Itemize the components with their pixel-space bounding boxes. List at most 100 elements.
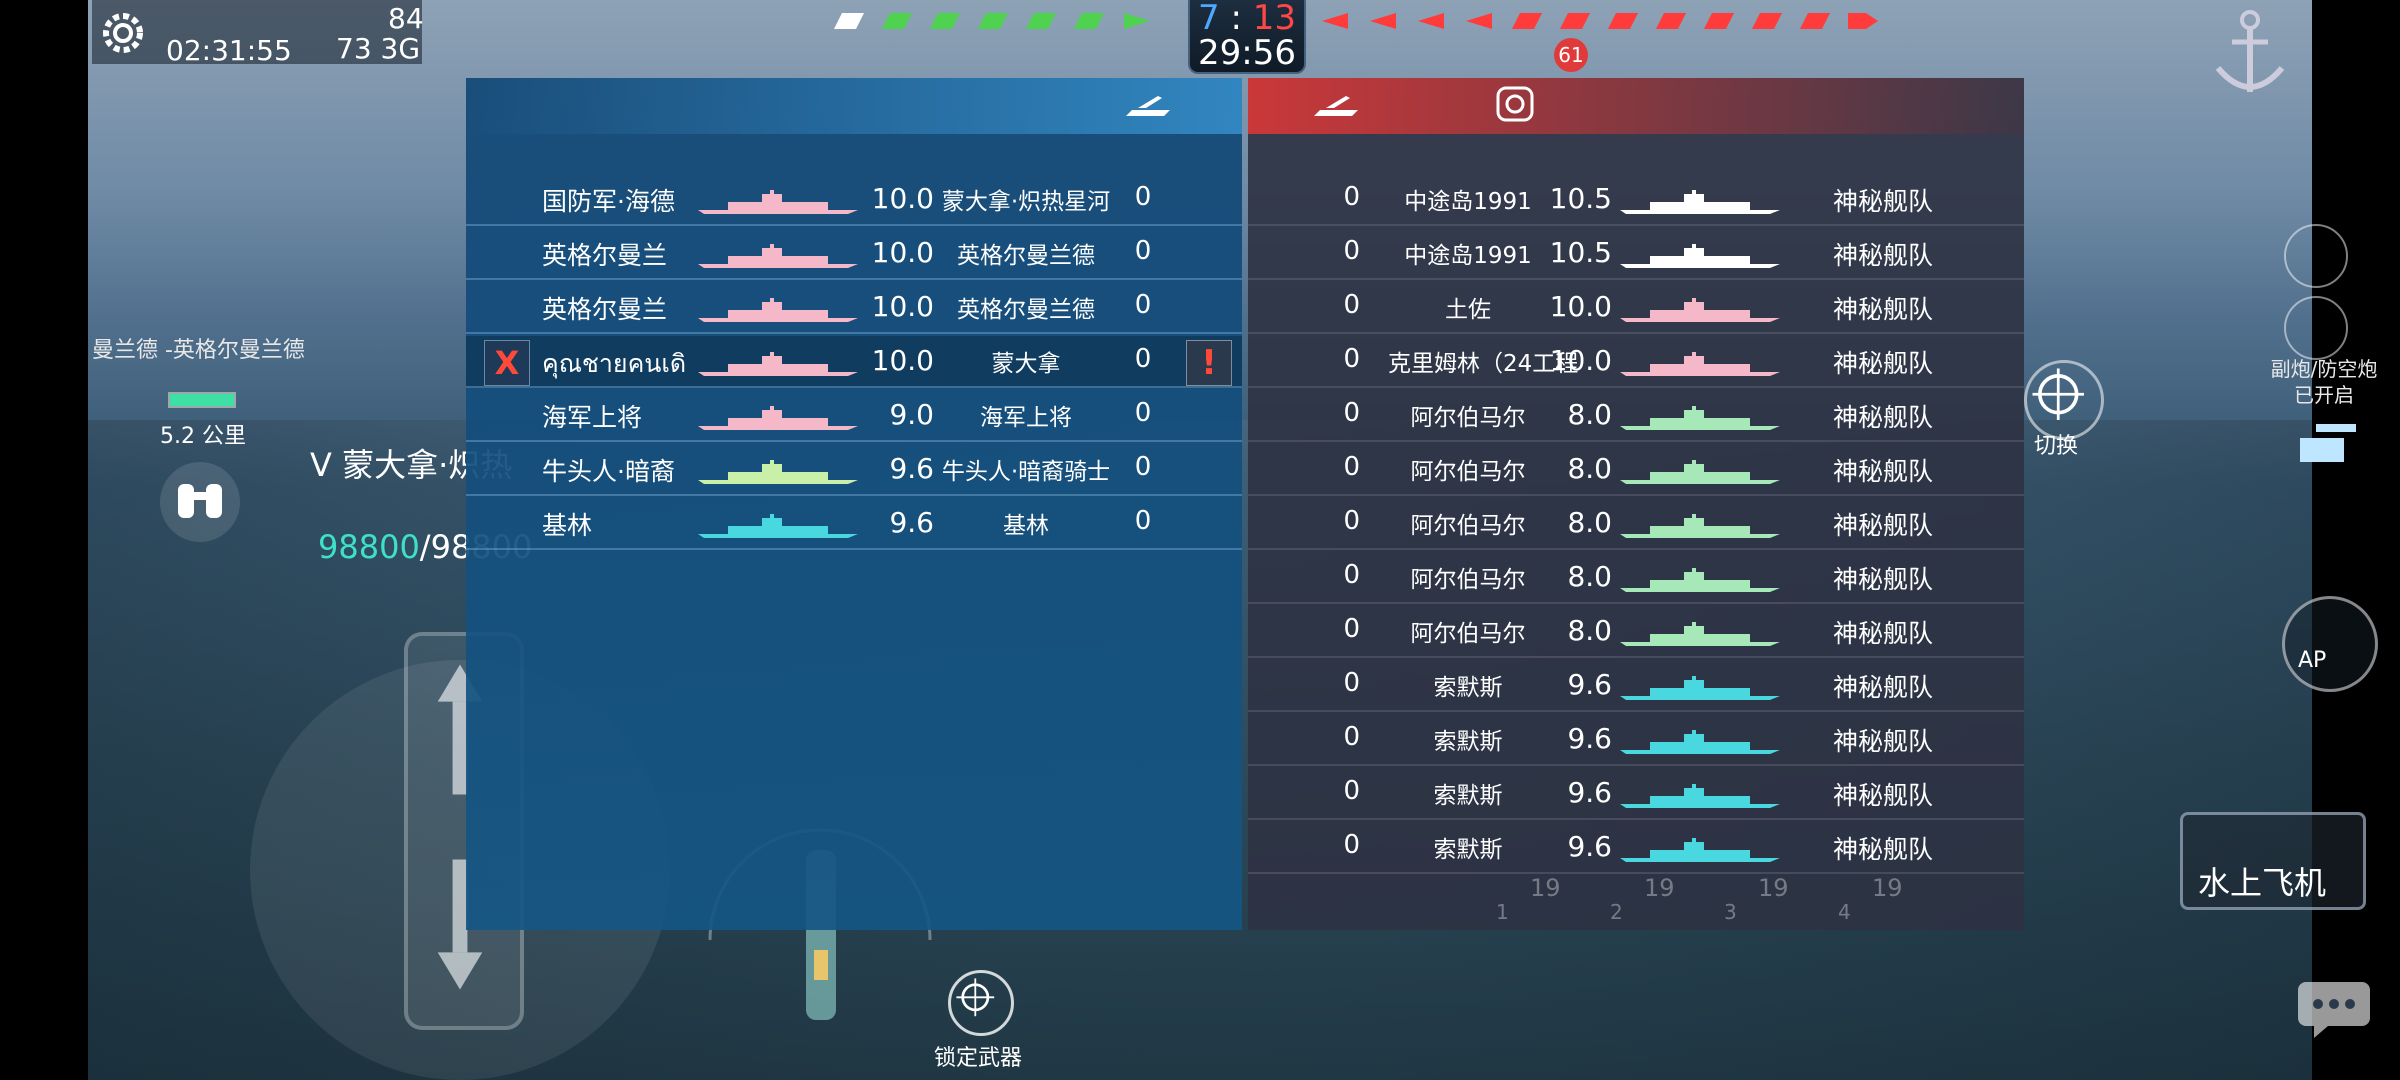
enemy-ship-silhouette-icon bbox=[1620, 298, 1780, 322]
enemy-player-row[interactable]: 0 阿尔伯马尔 8.0 神秘舰队 bbox=[1248, 606, 2024, 658]
ally-ship-name: 牛头人·暗裔骑士 bbox=[941, 459, 1111, 485]
ally-player-row[interactable]: 基林 9.6 基林 0 bbox=[466, 498, 1242, 550]
ally-player-name: 海军上将 bbox=[542, 403, 643, 432]
secondary-gun-icon[interactable] bbox=[2290, 414, 2360, 470]
ally-player-row[interactable]: 海军上将 9.0 海军上将 0 bbox=[466, 390, 1242, 442]
report-player-button[interactable]: ! bbox=[1186, 340, 1232, 386]
enemy-fleet-name: 神秘舰队 bbox=[1832, 565, 1933, 594]
notification-badge[interactable]: 61 bbox=[1554, 38, 1588, 72]
footer-index: 4 bbox=[1838, 900, 1851, 924]
enemy-kills: 0 bbox=[1343, 830, 1360, 860]
ally-ship-tier: 10.0 bbox=[871, 236, 934, 269]
enemy-hp-bar bbox=[168, 392, 236, 408]
enemy-ship-name: 索默斯 bbox=[1433, 729, 1503, 755]
team-score: 7 : 13 bbox=[1190, 0, 1304, 36]
enemy-ship-tier: 10.0 bbox=[1549, 290, 1612, 323]
target-switch-icon bbox=[2032, 368, 2084, 420]
consumable-icon[interactable] bbox=[2284, 296, 2348, 360]
ally-ship-tier: 9.0 bbox=[889, 398, 934, 431]
enemy-kills: 0 bbox=[1343, 614, 1360, 644]
ship-marker-icon bbox=[834, 13, 864, 29]
enemy-kills: 0 bbox=[1343, 722, 1360, 752]
lock-weapon-button[interactable] bbox=[948, 970, 1014, 1036]
enemy-ship-tier: 8.0 bbox=[1567, 560, 1612, 593]
repair-icon[interactable] bbox=[2284, 224, 2348, 288]
enemy-kills: 0 bbox=[1343, 344, 1360, 374]
binoculars-button[interactable] bbox=[160, 462, 240, 542]
enemy-ship-tier: 10.0 bbox=[1549, 344, 1612, 377]
ally-kills: 0 bbox=[1134, 182, 1152, 212]
ally-ship-silhouette-icon bbox=[698, 352, 858, 376]
ally-ship-tier: 10.0 bbox=[871, 344, 934, 377]
enemy-ship-name: 阿尔伯马尔 bbox=[1410, 459, 1526, 485]
enemy-ship-name: 阿尔伯马尔 bbox=[1410, 621, 1526, 647]
scoreboard-panel: 国防军·海德 10.0 蒙大拿·炽热星河 0 英格尔曼兰 10.0 英格尔曼兰德 0 英格尔曼兰… bbox=[466, 78, 2024, 930]
vote-kick-button[interactable]: X bbox=[484, 340, 530, 386]
enemy-ship-tier: 8.0 bbox=[1567, 614, 1612, 647]
enemy-marker-icon bbox=[1370, 13, 1396, 29]
enemy-player-row[interactable]: 0 索默斯 9.6 神秘舰队 bbox=[1248, 660, 2024, 712]
enemy-player-row[interactable]: 0 索默斯 9.6 神秘舰队 bbox=[1248, 768, 2024, 820]
enemy-fleet-name: 神秘舰队 bbox=[1832, 781, 1933, 810]
crosshair-icon bbox=[956, 978, 995, 1017]
enemy-marker-icon bbox=[1608, 13, 1638, 29]
letterbox-left bbox=[0, 0, 88, 1080]
ammo-ap-button[interactable] bbox=[2282, 596, 2378, 692]
mission-objective-icon[interactable] bbox=[1494, 82, 1538, 126]
map-indicator-row: 1 19 2 19 3 19 4 19 bbox=[1484, 874, 1934, 924]
enemy-player-row[interactable]: 0 阿尔伯马尔 8.0 神秘舰队 bbox=[1248, 498, 2024, 550]
settings-gear-icon[interactable] bbox=[96, 6, 150, 60]
ally-ship-name: 蒙大拿·炽热星河 bbox=[941, 189, 1111, 215]
enemy-ship-tier: 10.5 bbox=[1549, 236, 1612, 269]
enemy-fleet-name: 神秘舰队 bbox=[1832, 619, 1933, 648]
enemy-ship-name: 索默斯 bbox=[1433, 783, 1503, 809]
footer-count: 19 bbox=[1530, 874, 1561, 902]
ally-player-row[interactable]: 国防军·海德 10.0 蒙大拿·炽热星河 0 bbox=[466, 174, 1242, 226]
enemy-ship-silhouette-icon bbox=[1620, 514, 1780, 538]
footer-count: 19 bbox=[1872, 874, 1903, 902]
enemy-ship-tier: 9.6 bbox=[1567, 668, 1612, 701]
enemy-ship-silhouette-icon bbox=[1620, 244, 1780, 268]
enemy-marker-icon bbox=[1466, 13, 1492, 29]
switch-label: 切换 bbox=[2034, 434, 2079, 459]
ally-ship-tier: 9.6 bbox=[889, 506, 934, 539]
ship-marker-icon bbox=[1124, 13, 1150, 29]
enemy-ship-name: 克里姆林（24工程 bbox=[1388, 351, 1579, 377]
ally-player-row[interactable]: 牛头人·暗裔 9.6 牛头人·暗裔骑士 0 bbox=[466, 444, 1242, 496]
enemy-kills: 0 bbox=[1343, 668, 1360, 698]
enemy-ship-silhouette-icon bbox=[1620, 838, 1780, 862]
ally-player-row[interactable]: 英格尔曼兰 10.0 英格尔曼兰德 0 bbox=[466, 282, 1242, 334]
ally-player-row[interactable]: คุณชายคนเดิ 10.0 蒙大拿 0 bbox=[466, 336, 1242, 388]
aa-status-line2: 已开启 bbox=[2294, 383, 2354, 407]
ship-marker-icon bbox=[1026, 13, 1056, 29]
enemy-player-row[interactable]: 0 阿尔伯马尔 8.0 神秘舰队 bbox=[1248, 444, 2024, 496]
enemy-player-row[interactable]: 0 索默斯 9.6 神秘舰队 bbox=[1248, 714, 2024, 766]
anchor-icon[interactable] bbox=[2212, 6, 2288, 102]
enemy-player-row[interactable]: 0 索默斯 9.6 神秘舰队 bbox=[1248, 822, 2024, 874]
enemy-ship-name: 索默斯 bbox=[1433, 837, 1503, 863]
enemy-marker-icon bbox=[1656, 13, 1686, 29]
enemy-ship-silhouette-icon bbox=[1620, 190, 1780, 214]
enemy-fleet-name: 神秘舰队 bbox=[1832, 187, 1933, 216]
ally-ship-silhouette-icon bbox=[698, 406, 858, 430]
enemy-player-row[interactable]: 0 中途岛1991 10.5 神秘舰队 bbox=[1248, 228, 2024, 280]
enemy-ship-name: 索默斯 bbox=[1433, 675, 1503, 701]
enemy-player-row[interactable]: 0 中途岛1991 10.5 神秘舰队 bbox=[1248, 174, 2024, 226]
ammo-ap-label: AP bbox=[2298, 648, 2327, 673]
enemy-ship-name: 阿尔伯马尔 bbox=[1410, 513, 1526, 539]
enemy-ship-tier: 9.6 bbox=[1567, 830, 1612, 863]
enemy-player-row[interactable]: 0 阿尔伯马尔 8.0 神秘舰队 bbox=[1248, 552, 2024, 604]
enemy-player-row[interactable]: 0 阿尔伯马尔 8.0 神秘舰队 bbox=[1248, 390, 2024, 442]
ally-ship-name: 英格尔曼兰德 bbox=[957, 297, 1095, 323]
enemy-player-row[interactable]: 0 克里姆林（24工程 10.0 神秘舰队 bbox=[1248, 336, 2024, 388]
enemy-ship-name: 中途岛1991 bbox=[1404, 243, 1532, 269]
enemy-ship-silhouette-icon bbox=[1620, 352, 1780, 376]
enemy-team-header bbox=[1248, 78, 2024, 134]
ally-player-row[interactable]: 英格尔曼兰 10.0 英格尔曼兰德 0 bbox=[466, 228, 1242, 280]
ally-ship-tier: 10.0 bbox=[871, 182, 934, 215]
letterbox-right bbox=[2312, 0, 2400, 1080]
enemy-kills: 0 bbox=[1343, 776, 1360, 806]
ally-ship-tier: 9.6 bbox=[889, 452, 934, 485]
chat-icon[interactable] bbox=[2294, 978, 2374, 1040]
enemy-player-row[interactable]: 0 土佐 10.0 神秘舰队 bbox=[1248, 282, 2024, 334]
